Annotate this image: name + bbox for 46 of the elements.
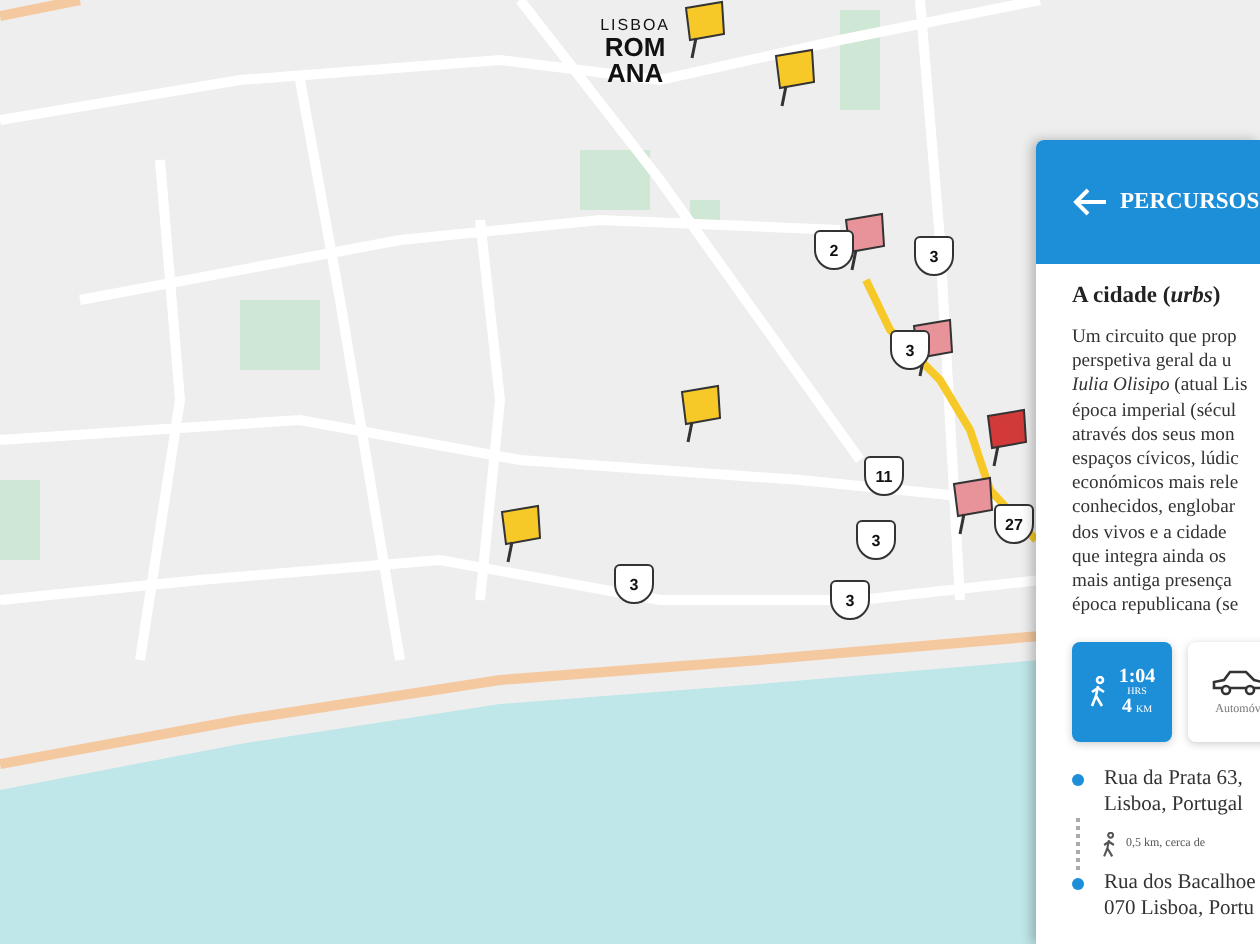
cluster-marker[interactable]: 3	[914, 236, 954, 276]
description-line: económicos mais rele	[1072, 472, 1241, 497]
description-line: conhecidos, englobar	[1072, 496, 1238, 522]
park-area	[580, 150, 650, 210]
flag-marker-icon[interactable]	[770, 48, 818, 108]
stop-dot-icon	[1072, 878, 1084, 891]
flag-marker-icon[interactable]	[496, 504, 544, 564]
park-area	[240, 300, 320, 370]
description-line: mais antiga presença	[1072, 570, 1234, 595]
flag-marker-icon[interactable]	[982, 408, 1030, 468]
back-button[interactable]: PERCURSOS	[1072, 188, 1260, 216]
distance-value: 4	[1121, 697, 1132, 718]
walking-person-icon	[1088, 676, 1109, 709]
description-line: dos vivos e a cidade	[1072, 521, 1229, 546]
cluster-marker[interactable]: 3	[890, 330, 930, 370]
stop-address: Rua da Prata 63,	[1104, 766, 1243, 793]
logo: LISBOA ROMANA	[600, 16, 671, 86]
flag-marker-icon[interactable]	[680, 0, 728, 60]
description-line: perspetiva geral da u	[1072, 350, 1234, 375]
description-line: época republicana (se	[1072, 594, 1241, 619]
description-line: espaços cívicos, lúdic	[1072, 448, 1241, 473]
park-area	[840, 10, 880, 110]
car-icon	[1210, 668, 1260, 697]
description-line: Um circuito que prop	[1072, 326, 1239, 351]
cluster-marker[interactable]: 3	[856, 520, 896, 560]
cluster-marker[interactable]: 2	[814, 230, 854, 270]
stop-address: 070 Lisboa, Portu	[1104, 896, 1256, 923]
description-line: através dos seus mon	[1072, 423, 1237, 449]
flag-marker-icon[interactable]	[676, 384, 724, 444]
flag-marker-icon[interactable]	[948, 476, 996, 536]
cluster-marker[interactable]: 11	[864, 456, 904, 496]
stop-address: Lisboa, Portugal	[1104, 792, 1243, 819]
cluster-marker[interactable]: 27	[994, 504, 1034, 544]
back-arrow-icon	[1072, 188, 1108, 216]
route-title: A cidade (urbs)	[1072, 284, 1223, 308]
description-line: Iulia Olisipo (atual Lis	[1072, 374, 1250, 400]
stop-address: Rua dos Bacalhoe	[1104, 870, 1256, 897]
dotted-line	[1076, 818, 1080, 871]
cluster-marker[interactable]: 3	[614, 564, 654, 604]
description-line: época imperial (sécul	[1072, 399, 1239, 424]
description-line: que integra ainda os	[1072, 545, 1228, 571]
duration-value: 1:04	[1118, 667, 1156, 688]
cluster-marker[interactable]: 3	[830, 580, 870, 620]
park-area	[0, 480, 40, 560]
walking-person-icon	[1100, 831, 1118, 858]
stop-dot-icon	[1072, 774, 1084, 787]
